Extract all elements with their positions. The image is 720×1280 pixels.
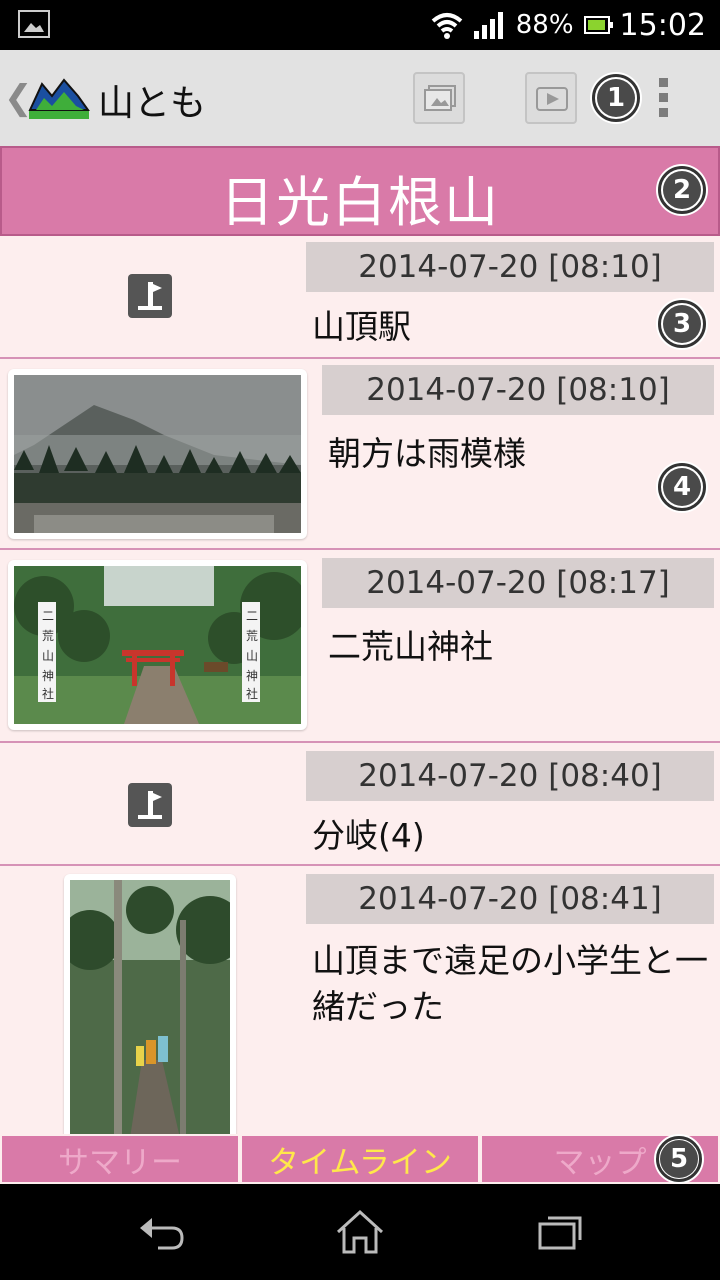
list-item[interactable]: 2014-07-20 [08:41] 山頂まで遠足の小学生と一緒だった — [0, 866, 720, 1134]
signal-icon — [473, 12, 503, 39]
entry-text: 二荒山神社 — [328, 627, 493, 666]
list-item[interactable]: 2014-07-20 [08:10] 朝方は雨模様 4 — [0, 359, 720, 550]
wifi-icon — [431, 13, 463, 39]
nav-home-icon[interactable] — [330, 1208, 390, 1256]
callout-1: 1 — [592, 74, 640, 122]
photo-album-icon — [424, 85, 456, 111]
entry-date: 2014-07-20 [08:40] — [306, 751, 714, 801]
svg-text:社: 社 — [42, 686, 54, 701]
entry-text: 分岐(4) — [312, 816, 425, 855]
timeline-list[interactable]: 2014-07-20 [08:10] 山頂駅 3 2014-07-20 [08:… — [0, 236, 720, 1134]
clock: 15:02 — [619, 7, 706, 43]
play-icon — [536, 87, 568, 111]
photo-album-button[interactable] — [413, 72, 465, 124]
tab-summary[interactable]: サマリー — [2, 1136, 238, 1182]
entry-date: 2014-07-20 [08:10] — [322, 365, 714, 415]
entry-text: 山頂まで遠足の小学生と一緒だった — [312, 941, 708, 1026]
entry-text: 山頂駅 — [312, 307, 411, 346]
list-item[interactable]: 2014-07-20 [08:10] 山頂駅 3 — [0, 236, 720, 359]
callout-3: 3 — [658, 300, 706, 348]
entry-photo[interactable] — [8, 369, 307, 539]
battery-icon — [583, 16, 613, 34]
nav-back-icon[interactable] — [132, 1208, 192, 1256]
list-item[interactable]: 2014-07-20 [08:40] 分岐(4) — [0, 743, 720, 866]
entry-date: 2014-07-20 [08:10] — [306, 242, 714, 292]
callout-4: 4 — [658, 463, 706, 511]
waypoint-icon — [128, 783, 172, 827]
svg-text:社: 社 — [246, 686, 258, 701]
mountain-banner: 日光白根山 2 — [0, 146, 720, 236]
overflow-menu-icon[interactable] — [654, 78, 672, 118]
play-button[interactable] — [525, 72, 577, 124]
list-item[interactable]: 二荒山神社 二荒山神社 2014-07-20 [08:17] 二荒山神社 — [0, 550, 720, 743]
callout-5: 5 — [656, 1136, 702, 1182]
app-logo-icon[interactable] — [28, 76, 90, 120]
tab-timeline[interactable]: タイムライン — [242, 1136, 478, 1182]
svg-text:二: 二 — [42, 609, 54, 623]
system-nav-bar — [0, 1184, 720, 1280]
svg-text:神: 神 — [246, 669, 258, 683]
svg-text:山: 山 — [246, 649, 258, 663]
entry-text: 朝方は雨模様 — [328, 434, 526, 473]
battery-percent: 88% — [515, 10, 574, 40]
callout-2: 2 — [658, 166, 706, 214]
gallery-icon — [18, 10, 50, 38]
svg-text:荒: 荒 — [42, 629, 54, 643]
svg-text:神: 神 — [42, 669, 54, 683]
action-bar: ❮ 山とも 1 — [0, 50, 720, 147]
entry-photo[interactable]: 二荒山神社 二荒山神社 — [8, 560, 307, 730]
entry-date: 2014-07-20 [08:17] — [322, 558, 714, 608]
bottom-tabs: サマリー タイムライン マップ — [0, 1134, 720, 1184]
waypoint-icon — [128, 274, 172, 318]
svg-text:山: 山 — [42, 649, 54, 663]
entry-date: 2014-07-20 [08:41] — [306, 874, 714, 924]
entry-photo[interactable] — [64, 874, 236, 1134]
app-title: 山とも — [98, 83, 207, 124]
svg-text:荒: 荒 — [246, 629, 258, 643]
status-bar: 88% 15:02 — [0, 0, 720, 50]
svg-text:二: 二 — [246, 609, 258, 623]
nav-recents-icon[interactable] — [530, 1208, 590, 1256]
mountain-name: 日光白根山 — [220, 171, 500, 234]
